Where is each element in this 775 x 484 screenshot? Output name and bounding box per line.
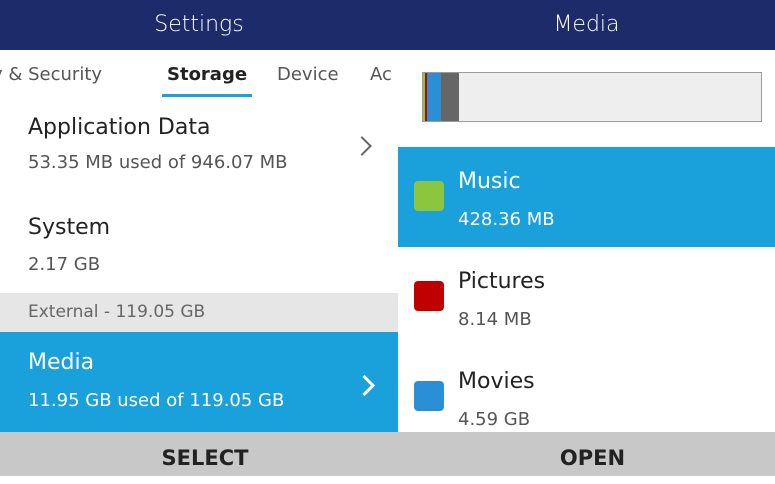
media-item-music[interactable]: Music 428.36 MB: [398, 147, 775, 247]
media-item-movies[interactable]: Movies 4.59 GB: [398, 347, 775, 432]
media-item-name: Movies: [458, 369, 535, 394]
storage-segment-movies: [427, 73, 441, 121]
music-color-swatch: [414, 181, 444, 211]
storage-segment-other: [441, 73, 459, 121]
list-item-application-data[interactable]: Application Data 53.35 MB used of 946.07…: [0, 100, 398, 195]
list-item-system[interactable]: System 2.17 GB: [0, 195, 398, 293]
movies-color-swatch: [414, 381, 444, 411]
item-subtitle: 11.95 GB used of 119.05 GB: [28, 390, 285, 411]
settings-title: Settings: [0, 0, 398, 50]
item-title: Application Data: [28, 115, 211, 140]
storage-usage-bar: [422, 72, 762, 122]
settings-tab-strip[interactable]: y & Security Storage Device Ac: [0, 50, 398, 100]
section-header-external: External - 119.05 GB: [0, 293, 398, 332]
media-item-name: Pictures: [458, 269, 546, 294]
list-item-media[interactable]: Media 11.95 GB used of 119.05 GB: [0, 332, 398, 432]
tab-device[interactable]: Device: [277, 64, 339, 85]
media-item-pictures[interactable]: Pictures 8.14 MB: [398, 247, 775, 347]
tab-storage-label: Storage: [167, 64, 248, 85]
section-header-label: External - 119.05 GB: [28, 302, 206, 322]
media-item-name: Music: [458, 169, 521, 194]
tab-privacy-security[interactable]: y & Security: [0, 64, 102, 85]
media-item-size: 8.14 MB: [458, 309, 532, 330]
media-item-size: 4.59 GB: [458, 409, 531, 430]
open-softkey[interactable]: OPEN: [410, 432, 775, 476]
tab-account[interactable]: Ac: [370, 64, 392, 85]
item-subtitle: 53.35 MB used of 946.07 MB: [28, 152, 288, 173]
settings-panel: Settings y & Security Storage Device Ac …: [0, 0, 398, 432]
item-title: System: [28, 215, 111, 240]
tab-storage[interactable]: Storage: [162, 64, 253, 97]
chevron-right-icon: [353, 374, 376, 397]
chevron-right-icon: [352, 136, 372, 156]
tab-active-indicator: [162, 94, 253, 97]
item-subtitle: 2.17 GB: [28, 254, 101, 275]
media-panel: Media Music 428.36 MB Pictures 8.14 MB M…: [398, 0, 775, 432]
softkey-bar: SELECT OPEN: [0, 432, 775, 476]
select-softkey[interactable]: SELECT: [0, 432, 410, 476]
item-title: Media: [28, 350, 95, 375]
pictures-color-swatch: [414, 281, 444, 311]
media-item-size: 428.36 MB: [458, 209, 555, 230]
media-title: Media: [398, 0, 775, 50]
